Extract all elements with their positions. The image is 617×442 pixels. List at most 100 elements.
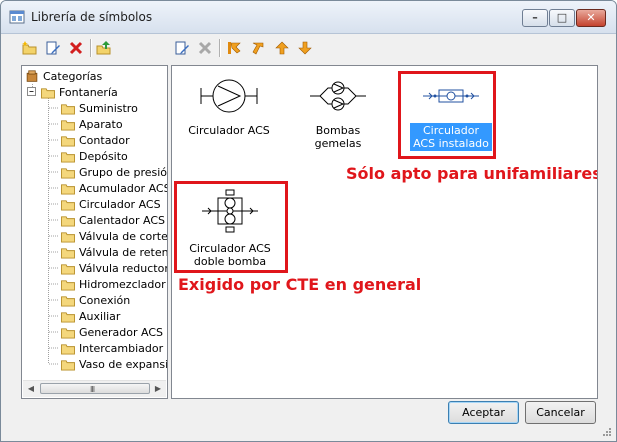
toolbar-separator [90, 39, 92, 57]
note-installed: Sólo apto para unifamiliares [346, 164, 598, 183]
tree-horizontal-scrollbar[interactable]: ◀ III ▶ [23, 380, 166, 397]
move-up-folder-icon[interactable] [95, 39, 113, 57]
tree-item[interactable]: Aparato [49, 116, 123, 132]
tree-connector [49, 187, 58, 189]
edit-icon[interactable] [44, 39, 62, 57]
tree-item-label: Suministro [79, 101, 138, 115]
highlight-box-double [174, 181, 288, 273]
accept-button[interactable]: Aceptar [448, 401, 519, 424]
tree-item-label: Auxiliar [79, 309, 121, 323]
folder-icon [61, 135, 75, 147]
symbol-item[interactable]: Circulador ACS [186, 74, 272, 138]
tree-connector [49, 315, 58, 317]
tree-root[interactable]: Categorías [24, 68, 102, 84]
symbol-item[interactable]: Bombas gemelas [290, 74, 386, 151]
category-tree[interactable]: Categorías Fontanería Suministro Aparato C… [21, 65, 168, 399]
folder-icon [61, 359, 75, 371]
move-down-icon[interactable] [296, 39, 314, 57]
symbol-label: Circulador ACS [188, 124, 270, 137]
tree-connector [49, 139, 58, 141]
tree-connector [49, 235, 58, 237]
tree-item[interactable]: Depósito [49, 148, 128, 164]
tree-connector [49, 363, 58, 365]
tree-item[interactable]: Hidromezclador [49, 276, 166, 292]
tree-connector [49, 347, 58, 349]
tree-item[interactable]: Generador ACS [49, 324, 163, 340]
tree-item-label: Conexión [79, 293, 131, 307]
tree-item[interactable]: Vaso de expansió [49, 356, 168, 372]
tree-connector [49, 123, 58, 125]
folder-icon [61, 151, 75, 163]
folder-icon [61, 199, 75, 211]
tree-item-label: Circulador ACS [79, 197, 161, 211]
collapse-icon[interactable] [27, 87, 37, 97]
tree-connector [49, 219, 58, 221]
tree-group[interactable]: Fontanería [27, 84, 118, 100]
folder-icon [61, 167, 75, 179]
minimize-icon: – [532, 11, 538, 24]
tree-item-label: Vaso de expansió [79, 357, 168, 371]
folder-icon [61, 183, 75, 195]
resize-grip-icon[interactable] [602, 427, 612, 437]
folder-icon [61, 263, 75, 275]
tree-item[interactable]: Intercambiador [49, 340, 163, 356]
app-icon [9, 10, 25, 24]
tree-item[interactable]: Contador [49, 132, 130, 148]
tree-item[interactable]: Suministro [49, 100, 138, 116]
tree-item[interactable]: Válvula reductora [49, 260, 168, 276]
tree-item-label: Aparato [79, 117, 123, 131]
symbols-panel[interactable]: Circulador ACS Bombas gemelas Circulador… [171, 65, 598, 399]
tree-item[interactable]: Válvula de corte [49, 228, 167, 244]
scroll-grip-icon: III [90, 385, 95, 394]
tree-item[interactable]: Calentador ACS [49, 212, 165, 228]
folder-icon [61, 295, 75, 307]
delete-symbol-icon[interactable] [196, 39, 214, 57]
tree-item[interactable]: Grupo de presión [49, 164, 168, 180]
tree-connector [49, 203, 58, 205]
tree-connector [49, 155, 58, 157]
folder-icon [61, 327, 75, 339]
tree-item[interactable]: Acumulador ACS [49, 180, 168, 196]
tree-item[interactable]: Circulador ACS [49, 196, 161, 212]
new-folder-icon[interactable] [21, 39, 39, 57]
symbol-label: Bombas gemelas [314, 124, 362, 150]
tree-connector [49, 283, 58, 285]
twin-pumps-icon [310, 81, 366, 111]
move-up-icon[interactable] [273, 39, 291, 57]
tree-item[interactable]: Válvula de retenc [49, 244, 167, 260]
close-icon: ✕ [586, 11, 596, 24]
tree-item-label: Acumulador ACS [79, 181, 168, 195]
note-double: Exigido por CTE en general [178, 275, 422, 294]
tree-item-label: Calentador ACS [79, 213, 165, 227]
tree-item-label: Hidromezclador [79, 277, 166, 291]
tree-item[interactable]: Auxiliar [49, 308, 120, 324]
categories-icon [26, 69, 38, 82]
minimize-button[interactable]: – [522, 9, 548, 27]
tree-item-label: Intercambiador [79, 341, 164, 355]
folder-icon [61, 279, 75, 291]
pump-symbol-icon [200, 79, 258, 113]
folder-icon [61, 231, 75, 243]
tree-item-label: Válvula reductora [79, 261, 168, 275]
move-previous-icon[interactable] [249, 39, 267, 57]
cancel-button[interactable]: Cancelar [525, 401, 596, 424]
tree-connector [49, 299, 58, 301]
folder-icon [61, 103, 75, 115]
scroll-left-icon[interactable]: ◀ [23, 381, 39, 397]
maximize-button[interactable]: □ [549, 9, 575, 27]
close-button[interactable]: ✕ [576, 9, 606, 27]
scroll-thumb[interactable]: III [40, 383, 150, 394]
delete-icon[interactable] [67, 39, 85, 57]
tree-connector [49, 267, 58, 269]
tree-connector [49, 107, 58, 109]
tree-item[interactable]: Conexión [49, 292, 130, 308]
move-first-icon[interactable] [225, 39, 243, 57]
title-bar[interactable]: Librería de símbolos – □ ✕ [1, 1, 616, 34]
edit-symbol-icon[interactable] [173, 39, 191, 57]
highlight-box-installed [398, 71, 496, 159]
scroll-right-icon[interactable]: ▶ [150, 381, 166, 397]
maximize-icon: □ [556, 11, 568, 24]
symbol-library-window: Librería de símbolos – □ ✕ Categorías Fo… [0, 0, 617, 442]
tree-item-label: Grupo de presión [79, 165, 168, 179]
tree-item-label: Generador ACS [79, 325, 164, 339]
